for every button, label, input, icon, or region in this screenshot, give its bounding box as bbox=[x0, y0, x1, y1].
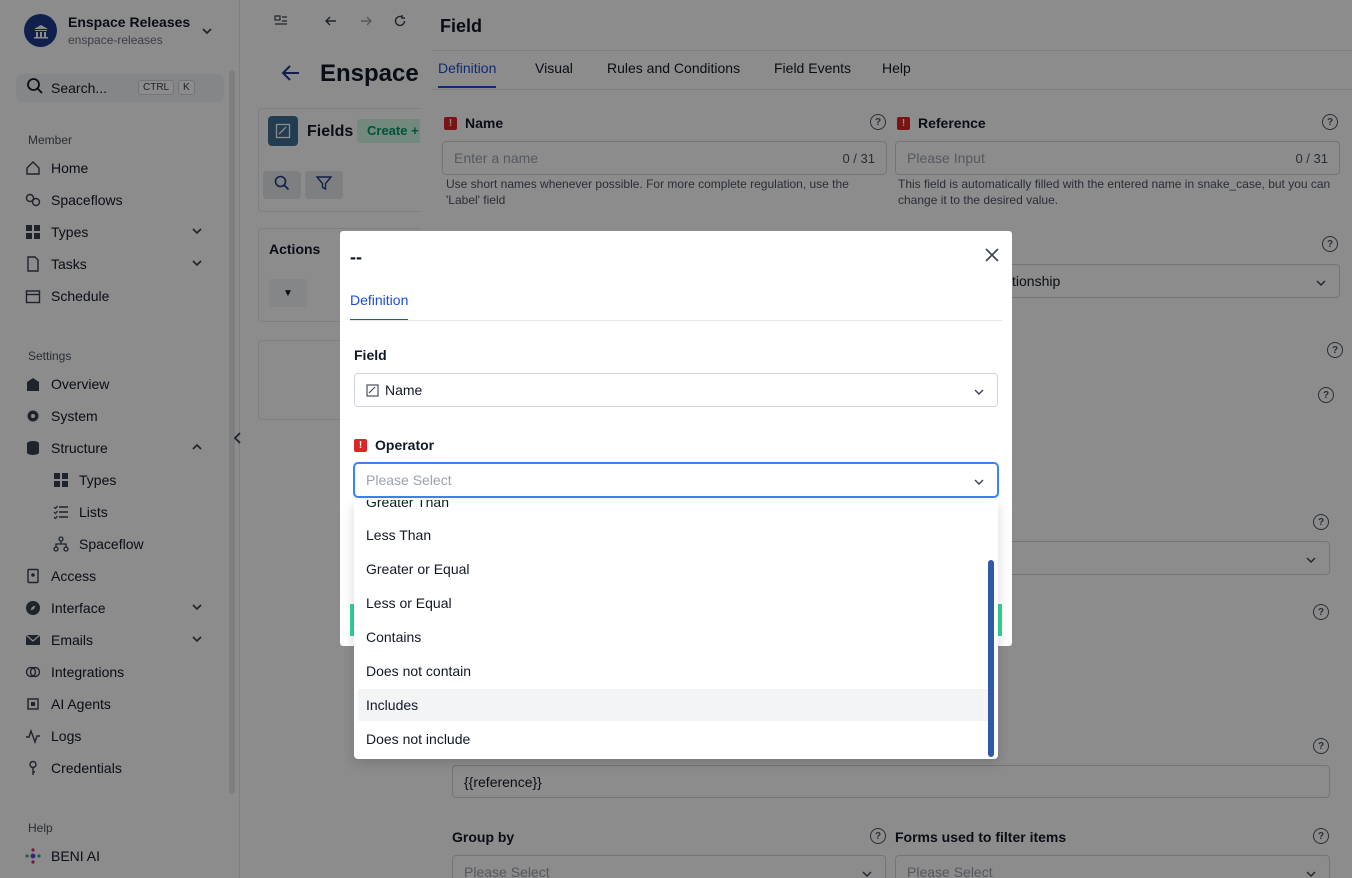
option-includes[interactable]: Includes bbox=[358, 689, 988, 721]
option-does-not-include[interactable]: Does not include bbox=[358, 723, 988, 755]
tab-definition[interactable]: Definition bbox=[350, 292, 409, 321]
field-select[interactable]: Name bbox=[354, 373, 998, 407]
operator-select[interactable]: Please Select bbox=[354, 463, 998, 497]
option-less-or-equal[interactable]: Less or Equal bbox=[358, 587, 988, 619]
operator-label: ! Operator bbox=[354, 437, 434, 453]
option-greater-or-equal[interactable]: Greater or Equal bbox=[358, 553, 988, 585]
required-icon: ! bbox=[354, 438, 367, 452]
option-greater-than[interactable]: Greater Than bbox=[358, 500, 988, 518]
option-contains[interactable]: Contains bbox=[358, 621, 988, 653]
operator-dropdown: Greater Than Less Than Greater or Equal … bbox=[354, 500, 998, 759]
option-less-than[interactable]: Less Than bbox=[358, 519, 988, 551]
dropdown-scrollbar[interactable] bbox=[988, 560, 994, 757]
operator-label-text: Operator bbox=[375, 437, 435, 453]
close-icon[interactable] bbox=[982, 245, 1002, 265]
field-select-value: Name bbox=[385, 382, 423, 398]
chevron-down-icon bbox=[973, 475, 985, 491]
operator-placeholder: Please Select bbox=[366, 472, 452, 488]
chevron-down-icon bbox=[973, 385, 985, 401]
field-label: Field bbox=[354, 347, 387, 363]
modal-title: -- bbox=[350, 247, 362, 267]
field-type-icon bbox=[366, 383, 379, 397]
tabs-divider bbox=[350, 320, 1002, 321]
option-does-not-contain[interactable]: Does not contain bbox=[358, 655, 988, 687]
